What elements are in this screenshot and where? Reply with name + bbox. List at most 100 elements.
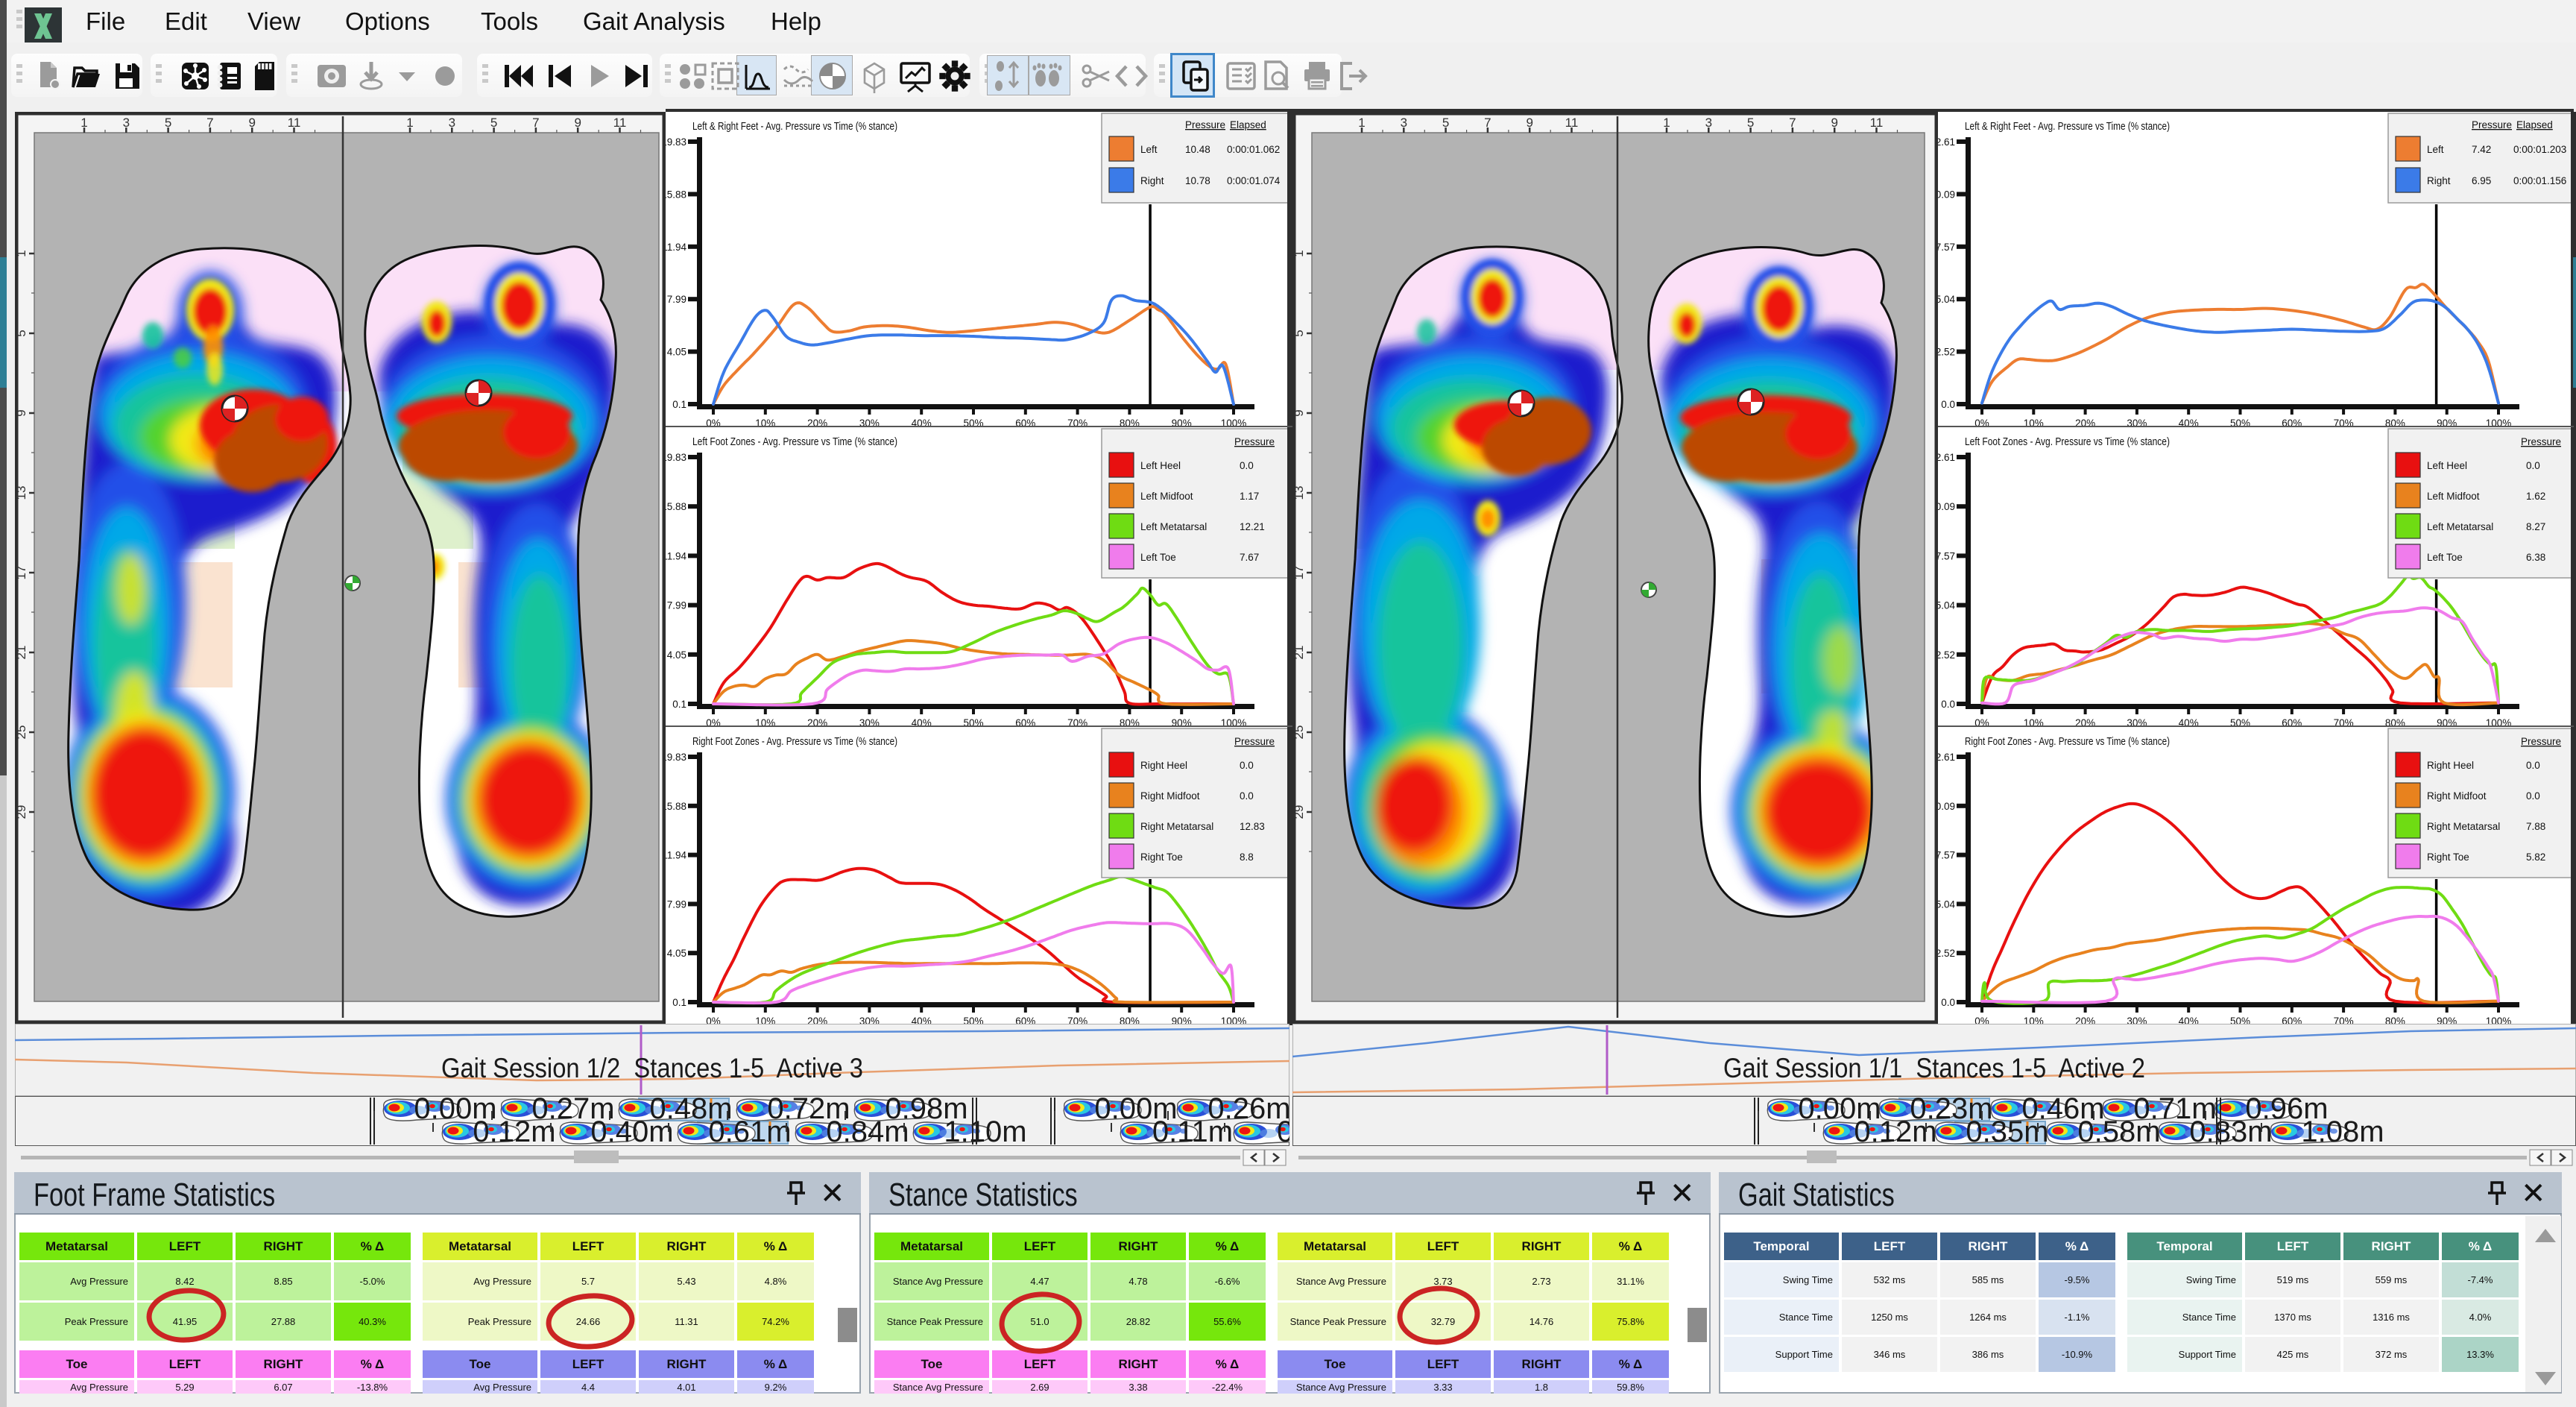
svg-text:Gait Session 1/2 Stances 1-5: Gait Session 1/2 Stances 1-5 Active 3 [441,1053,863,1083]
svg-text:15.88: 15.88 [666,189,686,200]
svg-text:Right Midfoot: Right Midfoot [1140,790,1200,802]
svg-text:13: 13 [1292,486,1306,500]
svg-text:7.99: 7.99 [667,600,686,611]
svg-text:0:00:01.156: 0:00:01.156 [2513,175,2566,186]
svg-text:10.48: 10.48 [1185,144,1210,155]
svg-text:7.57: 7.57 [1938,850,1955,861]
svg-text:Right Toe: Right Toe [1140,852,1183,863]
svg-text:0.0: 0.0 [1240,760,1254,771]
svg-text:Left Toe: Left Toe [2427,552,2463,563]
svg-text:0.61m: 0.61m [708,1115,791,1146]
svg-text:15.88: 15.88 [666,501,686,512]
svg-text:0.1: 0.1 [672,699,686,710]
svg-text:9: 9 [15,409,28,416]
svg-text:17: 17 [15,566,28,580]
svg-text:0.40m: 0.40m [590,1115,673,1146]
svg-text:0.0: 0.0 [1941,997,1955,1008]
svg-text:Elapsed: Elapsed [1230,119,1266,130]
svg-text:Left Midfoot: Left Midfoot [2427,491,2480,502]
svg-text:19.83: 19.83 [666,136,686,148]
svg-text:10.09: 10.09 [1938,189,1955,200]
svg-text:Right Metatarsal: Right Metatarsal [2427,821,2500,832]
svg-text:0.0: 0.0 [2526,790,2540,802]
svg-text:Right Heel: Right Heel [2427,760,2474,771]
svg-text:8.8: 8.8 [1240,852,1254,863]
svg-text:5: 5 [15,330,28,336]
svg-text:1.62: 1.62 [2526,491,2545,502]
svg-text:4.05: 4.05 [667,649,686,661]
svg-text:5.04: 5.04 [1938,898,1955,910]
svg-text:Right Metatarsal: Right Metatarsal [1140,821,1213,832]
svg-text:Left: Left [2427,144,2444,155]
svg-text:19.83: 19.83 [666,752,686,763]
svg-text:0.1: 0.1 [672,997,686,1008]
svg-text:Pressure: Pressure [1185,119,1225,130]
svg-text:21: 21 [1292,646,1306,660]
svg-text:0.35m: 0.35m [1966,1115,2048,1146]
svg-text:7.67: 7.67 [1240,552,1259,563]
svg-text:Left Foot Zones - Avg. Pressur: Left Foot Zones - Avg. Pressure vs Time … [692,435,897,448]
svg-text:Pressure: Pressure [2521,436,2561,447]
svg-text:2.52: 2.52 [1938,347,1955,358]
svg-text:Left Toe: Left Toe [1140,552,1176,563]
svg-text:0.1: 0.1 [672,399,686,410]
svg-text:Pressure: Pressure [2472,119,2512,130]
svg-text:Left Metatarsal: Left Metatarsal [2427,521,2493,532]
svg-text:0.37: 0.37 [1277,1115,1289,1146]
svg-text:1.08m: 1.08m [2301,1115,2384,1146]
svg-text:Left & Right Feet - Avg. Press: Left & Right Feet - Avg. Pressure vs Tim… [1965,120,2170,133]
svg-text:0.0: 0.0 [2526,760,2540,771]
svg-text:4.05: 4.05 [667,347,686,358]
svg-text:15.88: 15.88 [666,801,686,812]
svg-text:0.84m: 0.84m [826,1115,909,1146]
svg-text:0.0: 0.0 [1240,460,1254,471]
svg-text:Right: Right [1140,175,1164,186]
svg-text:Right: Right [2427,175,2451,186]
svg-text:29: 29 [1292,805,1306,819]
svg-text:10.09: 10.09 [1938,801,1955,812]
svg-text:12.83: 12.83 [1240,821,1265,832]
svg-text:1: 1 [15,250,28,256]
svg-text:Right Foot Zones - Avg. Pressu: Right Foot Zones - Avg. Pressure vs Time… [1965,735,2170,748]
svg-text:5.04: 5.04 [1938,600,1955,611]
svg-text:Left: Left [1140,144,1158,155]
svg-text:7.99: 7.99 [667,294,686,305]
svg-text:12.21: 12.21 [1240,521,1265,532]
svg-text:17: 17 [1292,566,1306,580]
svg-text:25: 25 [1292,725,1306,740]
svg-text:0.11m: 0.11m [1152,1115,1233,1146]
svg-text:7.42: 7.42 [2472,144,2491,155]
svg-text:5.82: 5.82 [2526,852,2545,863]
svg-text:Right Heel: Right Heel [1140,760,1187,771]
svg-text:8.27: 8.27 [2526,521,2545,532]
svg-text:11.94: 11.94 [666,242,686,253]
svg-text:7.57: 7.57 [1938,242,1955,253]
svg-text:10.09: 10.09 [1938,501,1955,512]
svg-text:29: 29 [15,805,28,819]
svg-text:Left & Right Feet - Avg. Press: Left & Right Feet - Avg. Pressure vs Tim… [692,120,897,133]
svg-text:9: 9 [1292,409,1306,416]
svg-text:0:00:01.074: 0:00:01.074 [1227,175,1281,186]
svg-text:Pressure: Pressure [1234,736,1275,747]
svg-text:Left Heel: Left Heel [1140,460,1181,471]
svg-text:Elapsed: Elapsed [2516,119,2553,130]
svg-text:21: 21 [15,646,28,660]
svg-text:12.61: 12.61 [1938,136,1955,148]
svg-text:0.12m: 0.12m [473,1115,555,1146]
svg-text:2.52: 2.52 [1938,649,1955,661]
svg-text:13: 13 [15,486,28,500]
svg-text:5.04: 5.04 [1938,294,1955,305]
svg-text:0.0: 0.0 [1240,790,1254,802]
svg-text:12.61: 12.61 [1938,752,1955,763]
svg-text:19.83: 19.83 [666,452,686,463]
svg-text:5: 5 [1292,330,1306,336]
svg-text:0.0: 0.0 [1941,699,1955,710]
svg-text:Left Foot Zones - Avg. Pressur: Left Foot Zones - Avg. Pressure vs Time … [1965,435,2170,448]
svg-text:Gait Session 1/1 Stances 1-5: Gait Session 1/1 Stances 1-5 Active 2 [1723,1053,2145,1083]
svg-text:Right Toe: Right Toe [2427,852,2469,863]
svg-text:6.95: 6.95 [2472,175,2491,186]
svg-text:0:00:01.062: 0:00:01.062 [1227,144,1280,155]
svg-text:1: 1 [1292,250,1306,256]
svg-text:Pressure: Pressure [2521,736,2561,747]
svg-text:Left Heel: Left Heel [2427,460,2467,471]
